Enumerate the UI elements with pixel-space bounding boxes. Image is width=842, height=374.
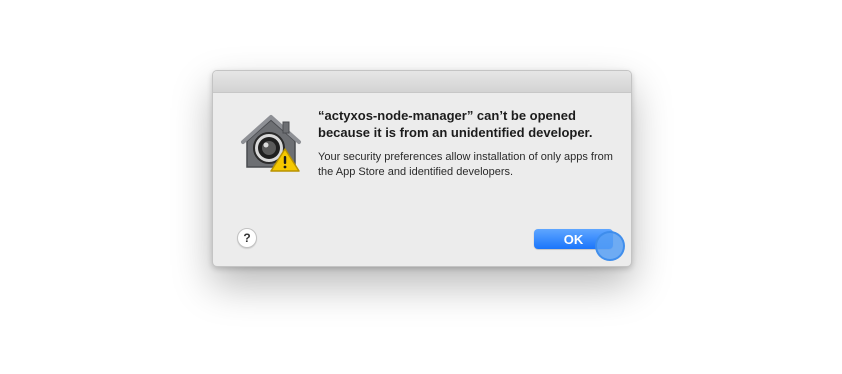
ok-label: OK: [563, 231, 584, 247]
dialog-content: “actyxos-node-manager” can’t be opened b…: [318, 107, 618, 180]
pointer-cursor-icon: [595, 231, 625, 261]
gatekeeper-warning-icon: [239, 111, 303, 175]
desktop: “actyxos-node-manager” can’t be opened b…: [0, 0, 842, 374]
dialog-heading: “actyxos-node-manager” can’t be opened b…: [318, 108, 593, 140]
dialog-titlebar[interactable]: [213, 71, 631, 93]
help-button[interactable]: ?: [237, 228, 257, 248]
help-label: ?: [243, 231, 251, 245]
dialog-message: Your security preferences allow installa…: [318, 151, 613, 178]
alert-dialog: “actyxos-node-manager” can’t be opened b…: [212, 70, 632, 267]
